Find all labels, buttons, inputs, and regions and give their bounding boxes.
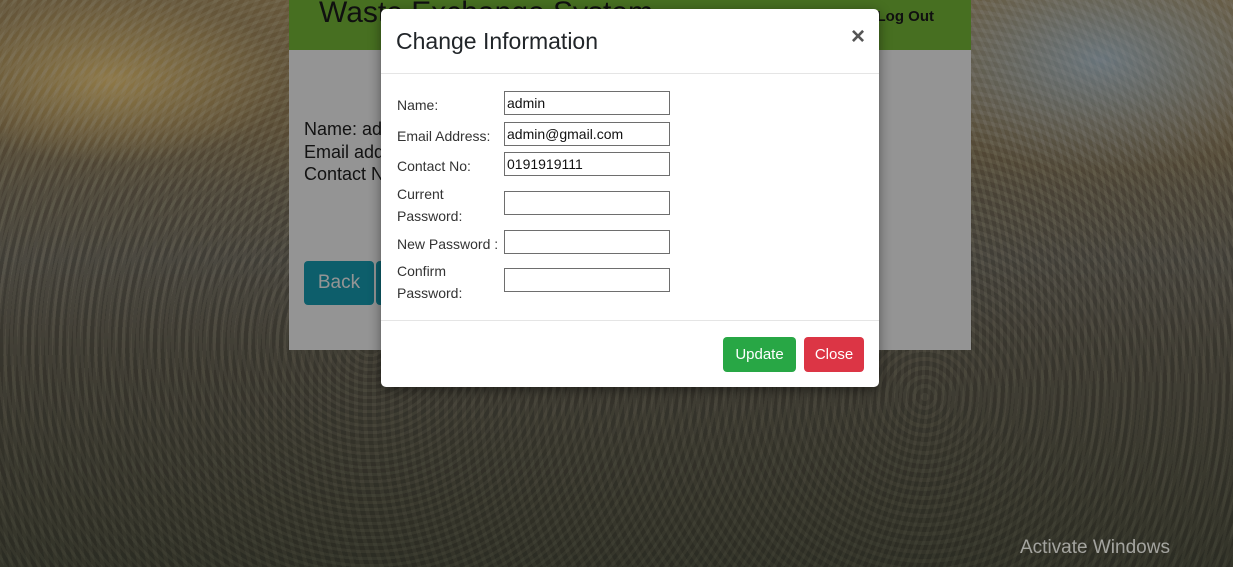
name-input[interactable] — [504, 91, 670, 115]
modal-body: Name: Email Address: Contact No: Current… — [381, 74, 879, 321]
confirm-password-label: Confirm Password: — [397, 263, 463, 301]
close-icon[interactable]: × — [851, 25, 865, 49]
modal-title: Change Information — [396, 28, 599, 54]
name-label: Name: — [397, 97, 439, 113]
modal-footer: Update Close — [381, 321, 879, 387]
current-password-input[interactable] — [504, 191, 670, 215]
confirm-password-input[interactable] — [504, 268, 670, 292]
new-password-label: New Password : — [397, 236, 499, 252]
email-label: Email Address: — [397, 128, 491, 144]
email-input[interactable] — [504, 122, 670, 146]
activate-windows-watermark: Activate Windows — [1020, 537, 1170, 558]
contact-input[interactable] — [504, 152, 670, 176]
new-password-input[interactable] — [504, 230, 670, 254]
update-button[interactable]: Update — [723, 337, 796, 372]
contact-label: Contact No: — [397, 158, 471, 174]
modal-header: Change Information × — [381, 9, 879, 74]
change-information-dialog: Change Information × Name: Email Address… — [381, 9, 879, 387]
current-password-label: Current Password: — [397, 186, 463, 224]
close-button[interactable]: Close — [804, 337, 864, 372]
